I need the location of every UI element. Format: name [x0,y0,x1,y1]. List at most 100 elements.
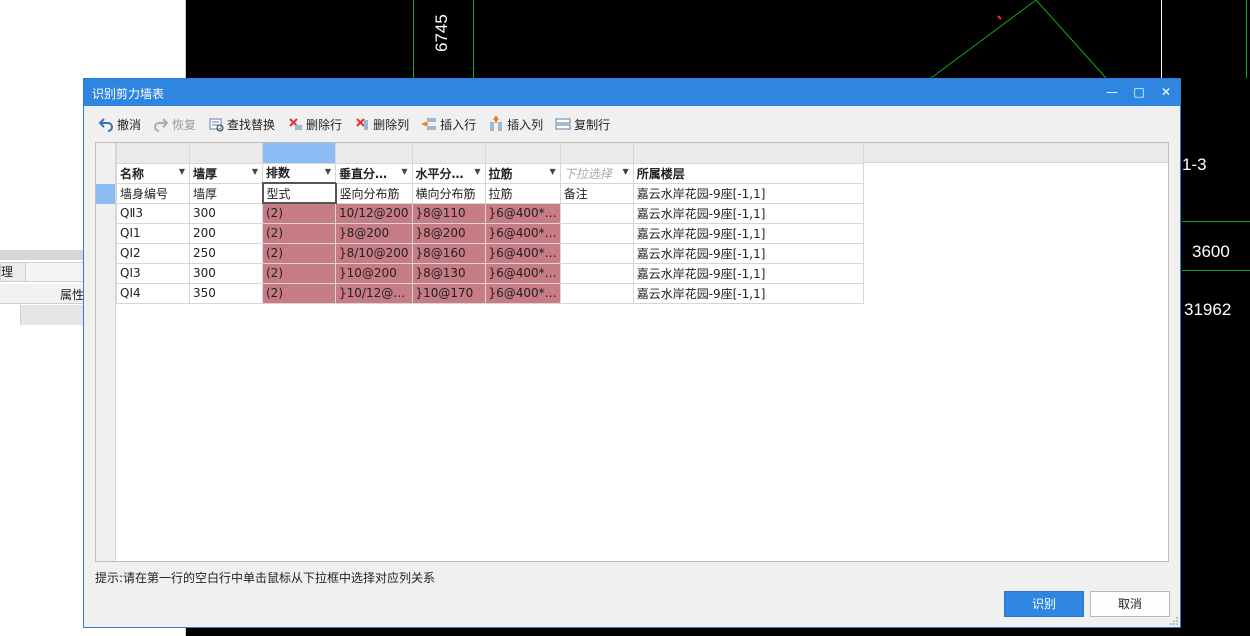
header-cell-rows[interactable]: 排数 ▼ [262,162,336,184]
undo-button[interactable]: 撤消 [98,116,141,133]
panel-tab-manage[interactable]: 管理 [0,262,26,282]
column-selector[interactable] [632,143,864,164]
table-cell[interactable]: 300 [189,202,263,224]
column-selector[interactable] [559,143,634,164]
table-cell-highlighted[interactable]: }8@200 [335,222,413,244]
table-cell[interactable]: 350 [189,282,263,304]
delete-column-button[interactable]: 删除列 [354,116,409,133]
table-cell-highlighted[interactable]: }10@170 [411,282,486,304]
table-cell[interactable] [559,222,634,244]
table-cell[interactable]: 墙厚 [189,182,263,204]
table-cell-highlighted[interactable]: }6@400*… [484,262,561,284]
dropdown-arrow-icon[interactable]: ▼ [474,167,480,176]
column-selector[interactable] [411,143,486,164]
close-button[interactable]: ✕ [1156,83,1176,101]
table-row[interactable]: QⅠ1 200 (2) }8@200 }8@200 }6@400*… 嘉云水岸花… [116,222,864,244]
table-cell-highlighted[interactable]: }6@400*… [484,242,561,264]
table-row[interactable]: 墙身编号 墙厚 型式 竖向分布筋 横向分布筋 拉筋 备注 嘉云水岸花园-9座[-… [116,182,864,204]
header-cell-name[interactable]: 名称 ▼ [116,162,190,184]
table-cell-highlighted[interactable]: }8@130 [411,262,486,284]
table-cell-highlighted[interactable]: }6@400*… [484,282,561,304]
table-cell[interactable]: 横向分布筋 [411,182,486,204]
table-cell[interactable]: 嘉云水岸花园-9座[-1,1] [632,202,864,224]
dropdown-arrow-icon[interactable]: ▼ [623,167,629,176]
redo-button[interactable]: 恢复 [153,116,196,133]
table-row[interactable]: QⅠ2 250 (2) }8/10@200 }8@160 }6@400*… 嘉云… [116,242,864,264]
recognize-button[interactable]: 识别 [1004,591,1084,617]
table-cell-highlighted[interactable]: (2) [262,222,336,244]
table-cell-highlighted[interactable]: }8/10@200 [335,242,413,264]
table-cell-highlighted[interactable]: }6@400*… [484,202,561,224]
table-cell-highlighted[interactable]: }10/12@… [335,282,413,304]
delete-row-button[interactable]: 删除行 [287,116,342,133]
insert-column-button[interactable]: 插入列 [488,116,543,133]
table-cell-highlighted[interactable]: 10/12@200 [335,202,413,224]
table-cell-highlighted[interactable]: }8@110 [411,202,486,224]
dropdown-arrow-icon[interactable]: ▼ [325,167,331,176]
table-cell[interactable]: QⅠ2 [116,242,190,264]
table-cell[interactable]: 嘉云水岸花园-9座[-1,1] [632,262,864,284]
header-cell-vertical[interactable]: 垂直分… ▼ [335,162,413,184]
table-cell-highlighted[interactable]: }8@160 [411,242,486,264]
table-cell[interactable] [559,202,634,224]
delete-row-label: 删除行 [306,117,343,132]
panel-tab-blank[interactable] [26,262,84,282]
table-cell[interactable]: QⅠ4 [116,282,190,304]
table-row[interactable]: QⅠ4 350 (2) }10/12@… }10@170 }6@400*… 嘉云… [116,282,864,304]
table-cell[interactable]: 嘉云水岸花园-9座[-1,1] [632,222,864,244]
table-cell[interactable]: 300 [189,262,263,284]
column-selector[interactable] [116,143,190,164]
column-selector[interactable] [189,143,263,164]
dropdown-arrow-icon[interactable]: ▼ [550,167,556,176]
table-cell[interactable]: QⅡ3 [116,202,190,224]
header-cell-thickness[interactable]: 墙厚 ▼ [189,162,263,184]
dropdown-arrow-icon[interactable]: ▼ [252,167,258,176]
row-marker-current[interactable] [96,184,115,204]
table-cell[interactable]: QⅠ3 [116,262,190,284]
table-cell[interactable]: 嘉云水岸花园-9座[-1,1] [632,242,864,264]
table-cell-active[interactable]: 型式 [261,182,337,204]
wall-table-grid[interactable]: 名称 ▼ 墙厚 ▼ 排数 ▼ 垂直分… ▼ 水平分… ▼ 拉筋 ▼ 下拉选择 ▼ 所属楼层 墙… [95,142,1169,562]
table-cell[interactable] [559,242,634,264]
copy-row-button[interactable]: 复制行 [555,116,610,133]
column-selector-selected[interactable] [262,143,336,164]
minimize-button[interactable]: — [1102,83,1122,101]
table-cell[interactable]: 拉筋 [484,182,561,204]
table-cell[interactable]: 墙身编号 [116,182,190,204]
table-cell-highlighted[interactable]: }6@400*… [484,222,561,244]
table-cell-highlighted[interactable]: (2) [262,262,336,284]
table-cell-highlighted[interactable]: }8@200 [411,222,486,244]
column-selector[interactable] [335,143,413,164]
table-cell[interactable]: 备注 [559,182,634,204]
table-cell[interactable] [559,262,634,284]
table-cell-highlighted[interactable]: }10@200 [335,262,413,284]
dialog-titlebar[interactable]: 识别剪力墙表 — □ ✕ [84,79,1180,106]
header-cell-horizontal[interactable]: 水平分… ▼ [411,162,486,184]
header-cell-tie-bar[interactable]: 拉筋 ▼ [484,162,561,184]
column-selector[interactable] [484,143,561,164]
table-cell[interactable]: 嘉云水岸花园-9座[-1,1] [632,182,864,204]
table-row[interactable]: QⅡ3 300 (2) 10/12@200 }8@110 }6@400*… 嘉云… [116,202,864,224]
insert-row-button[interactable]: 插入行 [421,116,476,133]
table-cell[interactable]: 200 [189,222,263,244]
table-cell-highlighted[interactable]: (2) [262,242,336,264]
find-replace-button[interactable]: 查找替换 [208,116,275,133]
table-cell-highlighted[interactable]: (2) [262,202,336,224]
cad-line-vertical-4 [1246,0,1247,78]
resize-grip-icon[interactable] [1170,617,1178,625]
table-row[interactable]: QⅠ3 300 (2) }10@200 }8@130 }6@400*… 嘉云水岸… [116,262,864,284]
header-cell-floor[interactable]: 所属楼层 [632,162,864,184]
maximize-button[interactable]: □ [1129,83,1149,101]
table-cell[interactable]: QⅠ1 [116,222,190,244]
table-cell-highlighted[interactable]: (2) [262,282,336,304]
properties-row[interactable] [0,305,84,325]
table-cell[interactable] [559,282,634,304]
cancel-button[interactable]: 取消 [1090,591,1170,617]
table-cell[interactable]: 嘉云水岸花园-9座[-1,1] [632,282,864,304]
dropdown-arrow-icon[interactable]: ▼ [179,167,185,176]
table-cell[interactable]: 250 [189,242,263,264]
panel-divider [0,250,84,260]
dropdown-arrow-icon[interactable]: ▼ [401,167,407,176]
header-cell-dropdown-select[interactable]: 下拉选择 ▼ [559,162,634,184]
table-cell[interactable]: 竖向分布筋 [335,182,413,204]
